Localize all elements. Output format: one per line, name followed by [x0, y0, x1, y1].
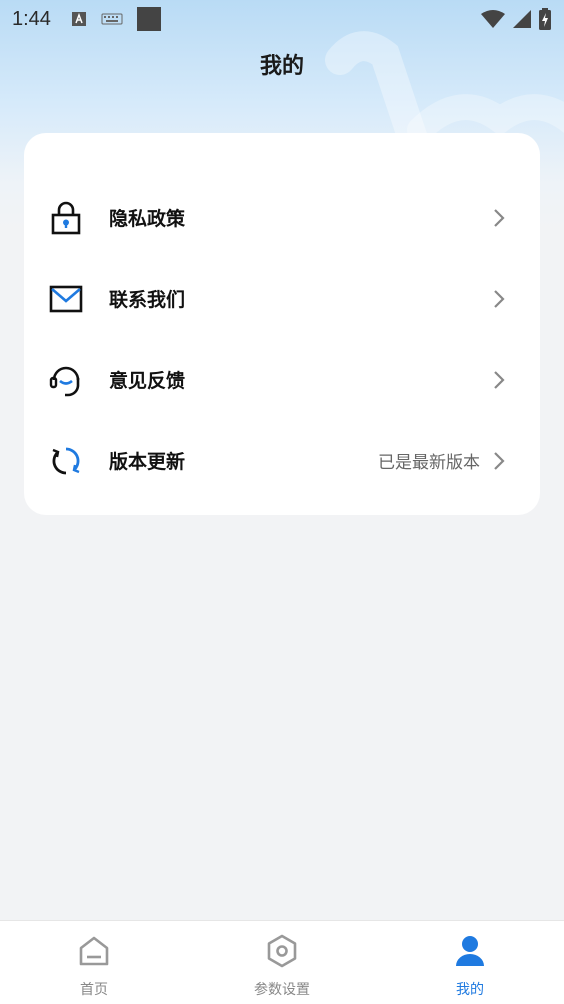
- menu-item-feedback[interactable]: 意见反馈: [24, 339, 540, 420]
- keyboard-icon: [101, 13, 123, 25]
- tab-label: 首页: [80, 982, 108, 998]
- tab-label: 参数设置: [254, 982, 310, 998]
- chevron-right-icon: [494, 208, 505, 227]
- tab-home[interactable]: 首页: [0, 921, 188, 1004]
- chevron-right-icon: [494, 289, 505, 308]
- tab-mine[interactable]: 我的: [376, 921, 564, 1004]
- mail-icon: [49, 285, 83, 312]
- menu-item-contact-us[interactable]: 联系我们: [24, 258, 540, 339]
- menu-item-privacy-policy[interactable]: 隐私政策: [24, 177, 540, 258]
- wifi-icon: [481, 10, 505, 28]
- headset-icon: [49, 366, 80, 396]
- chevron-right-icon: [494, 370, 505, 389]
- home-icon: [79, 936, 109, 966]
- lock-icon: [51, 201, 81, 234]
- tab-settings[interactable]: 参数设置: [188, 921, 376, 1004]
- menu-item-label: 意见反馈: [109, 370, 186, 392]
- bottom-tab-bar: 首页 参数设置 我的: [0, 920, 564, 1004]
- refresh-icon: [52, 447, 80, 474]
- square-icon: [136, 7, 161, 31]
- keyboard-a-icon: [71, 12, 86, 26]
- chevron-right-icon: [494, 451, 505, 470]
- menu-item-label: 版本更新: [109, 451, 186, 473]
- settings-icon: [267, 934, 297, 968]
- signal-icon: [513, 10, 531, 28]
- status-bar: 1:44: [0, 0, 564, 38]
- battery-icon: [539, 8, 551, 30]
- menu-item-label: 联系我们: [109, 289, 186, 311]
- menu-item-label: 隐私政策: [109, 208, 186, 230]
- menu-item-version-update[interactable]: 版本更新 已是最新版本: [24, 420, 540, 501]
- user-icon: [456, 936, 484, 966]
- page-title: 我的: [259, 54, 304, 79]
- status-time: 1:44: [12, 7, 51, 30]
- version-status: 已是最新版本: [378, 453, 480, 473]
- tab-label: 我的: [456, 982, 484, 998]
- menu-card: 隐私政策 联系我们 意见反馈 版本更新 已是最新版本: [24, 133, 540, 515]
